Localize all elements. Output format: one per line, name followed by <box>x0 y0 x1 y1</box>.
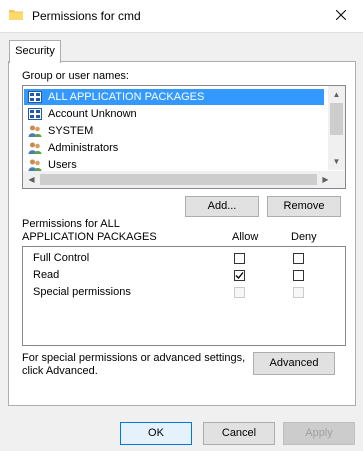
horizontal-scrollbar[interactable]: ◀ ▶ <box>23 171 334 188</box>
close-button[interactable] <box>319 0 363 32</box>
permissions-label: Permissions for ALL <box>22 218 120 230</box>
list-item[interactable]: Account Unknown <box>24 106 324 122</box>
scroll-thumb[interactable] <box>40 174 317 185</box>
ok-button[interactable]: OK <box>120 422 192 445</box>
list-item[interactable]: SYSTEM <box>24 123 324 139</box>
permission-name: Full Control <box>33 252 90 264</box>
scroll-left-icon[interactable]: ◀ <box>23 171 40 188</box>
close-icon <box>335 9 347 23</box>
scroll-up-icon[interactable]: ▲ <box>328 86 345 103</box>
list-item[interactable]: ALL APPLICATION PACKAGES <box>24 89 324 105</box>
tab-security[interactable]: Security <box>9 40 61 63</box>
deny-checkbox[interactable] <box>293 253 304 264</box>
users-icon <box>28 141 42 155</box>
list-item-label: Account Unknown <box>48 108 137 120</box>
window-title: Permissions for cmd <box>32 9 141 23</box>
folder-icon <box>9 8 23 20</box>
advanced-note-line2: click Advanced. <box>22 365 98 377</box>
advanced-button[interactable]: Advanced <box>253 352 335 375</box>
remove-button[interactable]: Remove <box>267 196 341 217</box>
vertical-scrollbar[interactable]: ▲ ▼ <box>328 86 345 170</box>
allow-header: Allow <box>232 231 259 243</box>
users-icon <box>28 158 42 172</box>
advanced-note: For special permissions or advanced sett… <box>22 352 246 364</box>
list-item-label: ALL APPLICATION PACKAGES <box>48 91 205 103</box>
users-icon <box>28 124 42 138</box>
deny-checkbox <box>293 287 304 298</box>
dialog-body: Security Group or user names: ALL APPLIC… <box>0 32 363 451</box>
app-packages-icon <box>28 107 42 121</box>
deny-checkbox[interactable] <box>293 270 304 281</box>
allow-checkbox <box>234 287 245 298</box>
permission-name: Special permissions <box>33 286 131 298</box>
cancel-button[interactable]: Cancel <box>203 422 275 445</box>
deny-header: Deny <box>291 231 317 243</box>
add-button[interactable]: Add... <box>185 196 259 217</box>
list-item-label: Administrators <box>48 142 119 154</box>
permissions-label-line2: APPLICATION PACKAGES <box>22 231 157 243</box>
scroll-corner <box>328 171 345 188</box>
scroll-down-icon[interactable]: ▼ <box>328 153 345 170</box>
list-item[interactable]: Administrators <box>24 140 324 156</box>
checkmark-icon <box>235 272 244 279</box>
scroll-thumb[interactable] <box>330 103 343 135</box>
group-label: Group or user names: <box>22 70 129 82</box>
apply-button: Apply <box>283 422 355 445</box>
app-packages-icon <box>28 90 42 104</box>
permission-name: Read <box>33 269 60 281</box>
permissions-table: Full Control Read Special permissions <box>22 246 346 346</box>
list-item-label: SYSTEM <box>48 125 94 137</box>
allow-checkbox[interactable] <box>234 253 245 264</box>
allow-checkbox[interactable] <box>234 270 245 281</box>
title-bar: Permissions for cmd <box>0 0 363 32</box>
group-listbox[interactable]: ALL APPLICATION PACKAGES Account Unknown… <box>22 85 346 189</box>
